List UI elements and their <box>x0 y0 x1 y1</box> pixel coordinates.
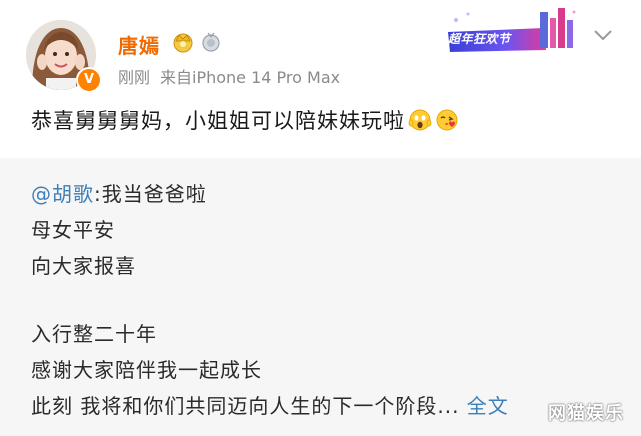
post-time: 刚刚 <box>118 68 151 87</box>
repost-block[interactable]: @胡歌:我当爸爸啦 母女平安 向大家报喜 入行整二十年 感谢大家陪伴我一起成长 … <box>0 158 641 436</box>
repost-line-7: 此刻 我将和你们共同迈向人生的下一个阶段... 全文 <box>31 390 509 419</box>
chevron-down-icon[interactable] <box>592 28 614 42</box>
post-meta: 刚刚 来自iPhone 14 Pro Max <box>118 64 350 88</box>
watermark: 网猫娱乐 <box>548 403 624 424</box>
crown-badge-icon[interactable] <box>171 31 195 53</box>
post-text: 恭喜舅舅舅妈，小姐姐可以陪妹妹玩啦 <box>31 109 405 133</box>
banner-year: 2022 <box>480 16 511 29</box>
mention-link[interactable]: @胡歌 <box>31 182 94 206</box>
verified-v-icon: V <box>76 67 102 93</box>
username[interactable]: 唐嫣 <box>118 30 160 59</box>
repost-line-6: 感谢大家陪伴我一起成长 <box>31 358 262 382</box>
repost-line-2: 母女平安 <box>31 218 115 242</box>
repost-line-1: @胡歌:我当爸爸啦 <box>31 178 207 207</box>
repost-line-5: 入行整二十年 <box>31 322 157 346</box>
banner-text: 超年狂欢节 <box>448 32 511 46</box>
repost-text: :我当爸爸啦 <box>94 182 207 206</box>
full-text-link[interactable]: 全文 <box>467 394 509 418</box>
kiss-emoji-icon <box>436 109 458 131</box>
scream-emoji-icon <box>408 109 432 131</box>
post-text-row: 恭喜舅舅舅妈，小姐姐可以陪妹妹玩啦 <box>31 105 459 135</box>
medal-badge-icon[interactable] <box>199 31 223 53</box>
user-badges <box>171 31 223 53</box>
post-source[interactable]: 来自iPhone 14 Pro Max <box>160 68 340 87</box>
repost-line-3: 向大家报喜 <box>31 254 136 278</box>
repost-text-last: 此刻 我将和你们共同迈向人生的下一个阶段... <box>31 394 460 418</box>
